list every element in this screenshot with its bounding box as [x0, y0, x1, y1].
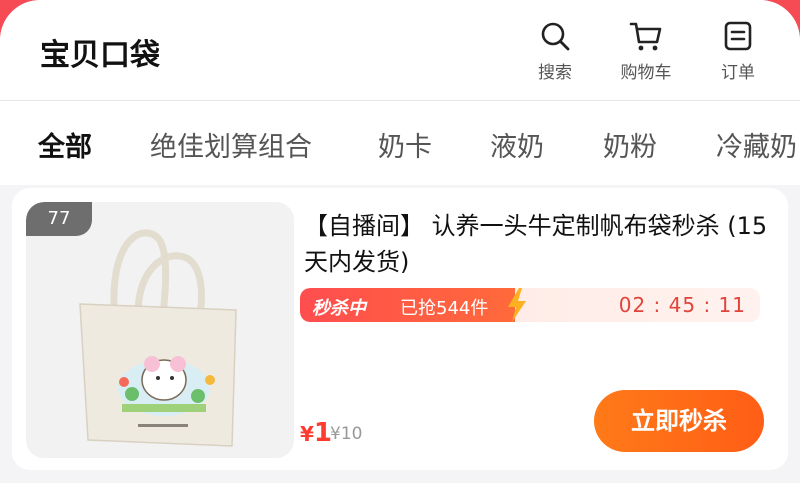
flash-buy-button[interactable]: 立即秒杀	[594, 390, 764, 452]
original-price: ¥10	[330, 424, 363, 444]
tab-combo-deals[interactable]: 绝佳划算组合	[150, 125, 312, 164]
orders-label: 订单	[721, 63, 755, 83]
flash-sale-bar: 秒杀中 已抢544件 02 : 45 : 11	[300, 288, 760, 322]
header-bar: 宝贝口袋 搜索 购物车 订单	[0, 0, 800, 101]
product-image[interactable]: 77	[26, 202, 294, 458]
page-sheet: 宝贝口袋 搜索 购物车 订单 全部 绝佳划算组合 奶卡 液奶 奶粉 冷藏奶 77…	[0, 0, 800, 483]
tab-milk-powder[interactable]: 奶粉	[603, 125, 657, 164]
lightning-icon	[508, 288, 526, 322]
tab-all[interactable]: 全部	[38, 125, 92, 164]
sale-price: ¥1	[300, 418, 332, 448]
product-title[interactable]: 【自播间】 认养一头牛定制帆布袋秒杀 (15天内发货)	[304, 208, 774, 280]
category-tabs: 全部 绝佳划算组合 奶卡 液奶 奶粉 冷藏奶	[0, 101, 800, 185]
flash-sale-tag: 秒杀中	[312, 298, 366, 319]
tab-liquid-milk[interactable]: 液奶	[490, 125, 544, 164]
order-list-icon	[724, 21, 752, 51]
tab-chilled-milk[interactable]: 冷藏奶	[716, 125, 797, 164]
tote-bag-illustration	[79, 229, 237, 447]
cart-label: 购物车	[620, 63, 672, 83]
tab-milk-card[interactable]: 奶卡	[378, 125, 432, 164]
orders-button[interactable]: 订单	[698, 20, 778, 83]
search-icon	[541, 22, 570, 51]
product-index-badge: 77	[26, 202, 92, 236]
page-title: 宝贝口袋	[40, 38, 160, 73]
product-card[interactable]: 77 【自播间】 认养一头牛定制帆布袋秒杀 (15天内发货) 秒杀中 已抢544…	[12, 188, 788, 470]
countdown-timer: 02 : 45 : 11	[618, 293, 746, 317]
cart-button[interactable]: 购物车	[606, 20, 686, 83]
sold-count: 已抢544件	[400, 298, 489, 319]
search-button[interactable]: 搜索	[515, 20, 595, 83]
price-currency: ¥	[300, 422, 314, 446]
cart-icon	[629, 22, 662, 51]
search-label: 搜索	[538, 63, 572, 83]
